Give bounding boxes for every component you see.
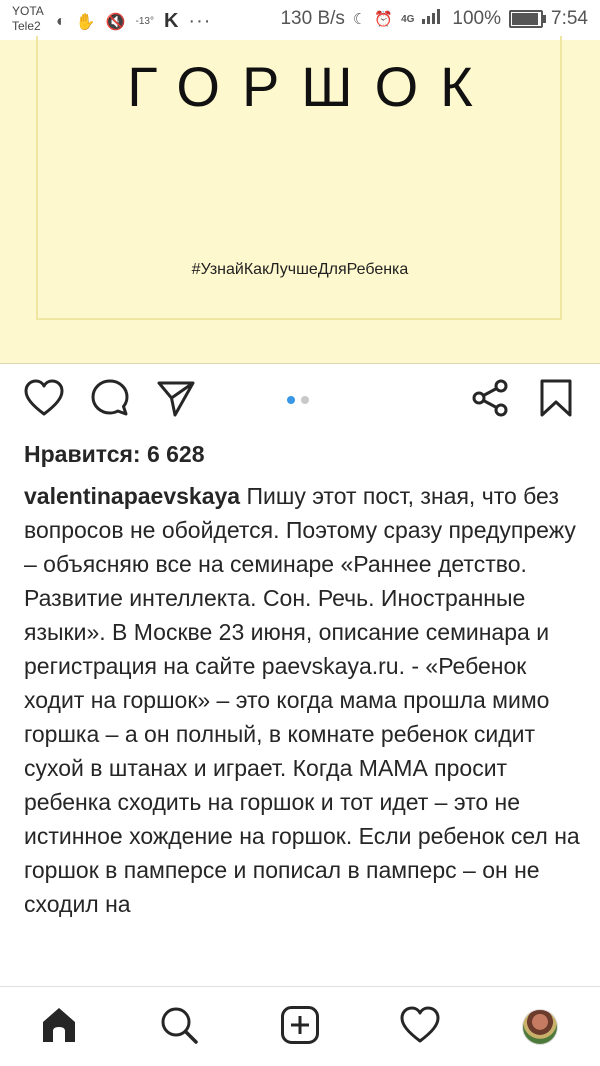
home-icon — [39, 1005, 79, 1050]
search-icon — [159, 1005, 199, 1050]
caption-text: Пишу этот пост, зная, что без вопросов н… — [24, 483, 580, 917]
post-caption: valentinapaevskaya Пишу этот пост, зная,… — [24, 479, 584, 986]
system-indicators: 130 B/s ☾ ⏰ 4G 100% 7:54 — [280, 8, 588, 30]
save-button[interactable] — [534, 376, 578, 424]
post-image[interactable]: ГОРШОК #УзнайКакЛучшеДляРебенка — [0, 36, 600, 364]
app-k-icon: K — [163, 10, 179, 32]
send-icon — [156, 379, 196, 422]
likes-count[interactable]: Нравится: 6 628 — [24, 441, 205, 468]
author-username[interactable]: valentinapaevskaya — [24, 483, 240, 509]
comment-icon — [90, 378, 130, 423]
net-speed: 130 B/s — [280, 8, 345, 29]
carousel-dot — [301, 396, 309, 404]
bottom-navigation — [0, 986, 600, 1066]
profile-avatar — [522, 1009, 558, 1045]
nav-profile[interactable] — [518, 1005, 562, 1049]
carousel-indicator — [287, 396, 309, 404]
battery-percent: 100% — [452, 8, 502, 29]
share-button[interactable] — [468, 376, 512, 424]
activity-heart-icon — [400, 1006, 440, 1049]
instagram-post-screen: YOTA Tele2 ◐ ✋ 🔇 -13° K ··· 130 B/s ☾ ⏰ … — [0, 0, 600, 1066]
comment-button[interactable] — [88, 376, 132, 424]
nav-add-post[interactable] — [278, 1005, 322, 1049]
notification-icons: ◐ ✋ 🔇 -13° K ··· — [56, 10, 211, 33]
nav-search[interactable] — [157, 1005, 201, 1049]
share-icon — [471, 379, 509, 422]
status-bar: YOTA Tele2 ◐ ✋ 🔇 -13° K ··· 130 B/s ☾ ⏰ … — [0, 0, 600, 40]
battery-icon — [509, 10, 547, 28]
more-notifications-icon: ··· — [188, 10, 212, 32]
moon-icon: ☾ — [352, 11, 367, 28]
nav-activity[interactable] — [398, 1005, 442, 1049]
carrier-1: YOTA — [12, 4, 44, 18]
clock: 7:54 — [551, 8, 588, 29]
temperature: -13° — [135, 16, 154, 27]
post-actions — [0, 376, 600, 428]
signal-icon — [422, 8, 444, 30]
heart-icon — [24, 379, 64, 422]
image-hashtag: #УзнайКакЛучшеДляРебенка — [191, 261, 409, 278]
hand-icon: ✋ — [75, 13, 96, 31]
carousel-dot — [287, 396, 295, 404]
carrier-2: Tele2 — [12, 19, 41, 33]
image-title: ГОРШОК — [127, 55, 495, 118]
send-button[interactable] — [154, 376, 198, 424]
add-post-icon — [280, 1005, 320, 1050]
network-4g: 4G — [401, 13, 415, 25]
contrast-icon: ◐ — [56, 12, 66, 30]
carrier-names: YOTA Tele2 — [12, 4, 44, 34]
like-button[interactable] — [22, 376, 66, 424]
mute-icon: 🔇 — [105, 13, 126, 31]
alarm-icon: ⏰ — [374, 11, 394, 28]
bookmark-icon — [539, 378, 573, 423]
nav-home[interactable] — [37, 1005, 81, 1049]
